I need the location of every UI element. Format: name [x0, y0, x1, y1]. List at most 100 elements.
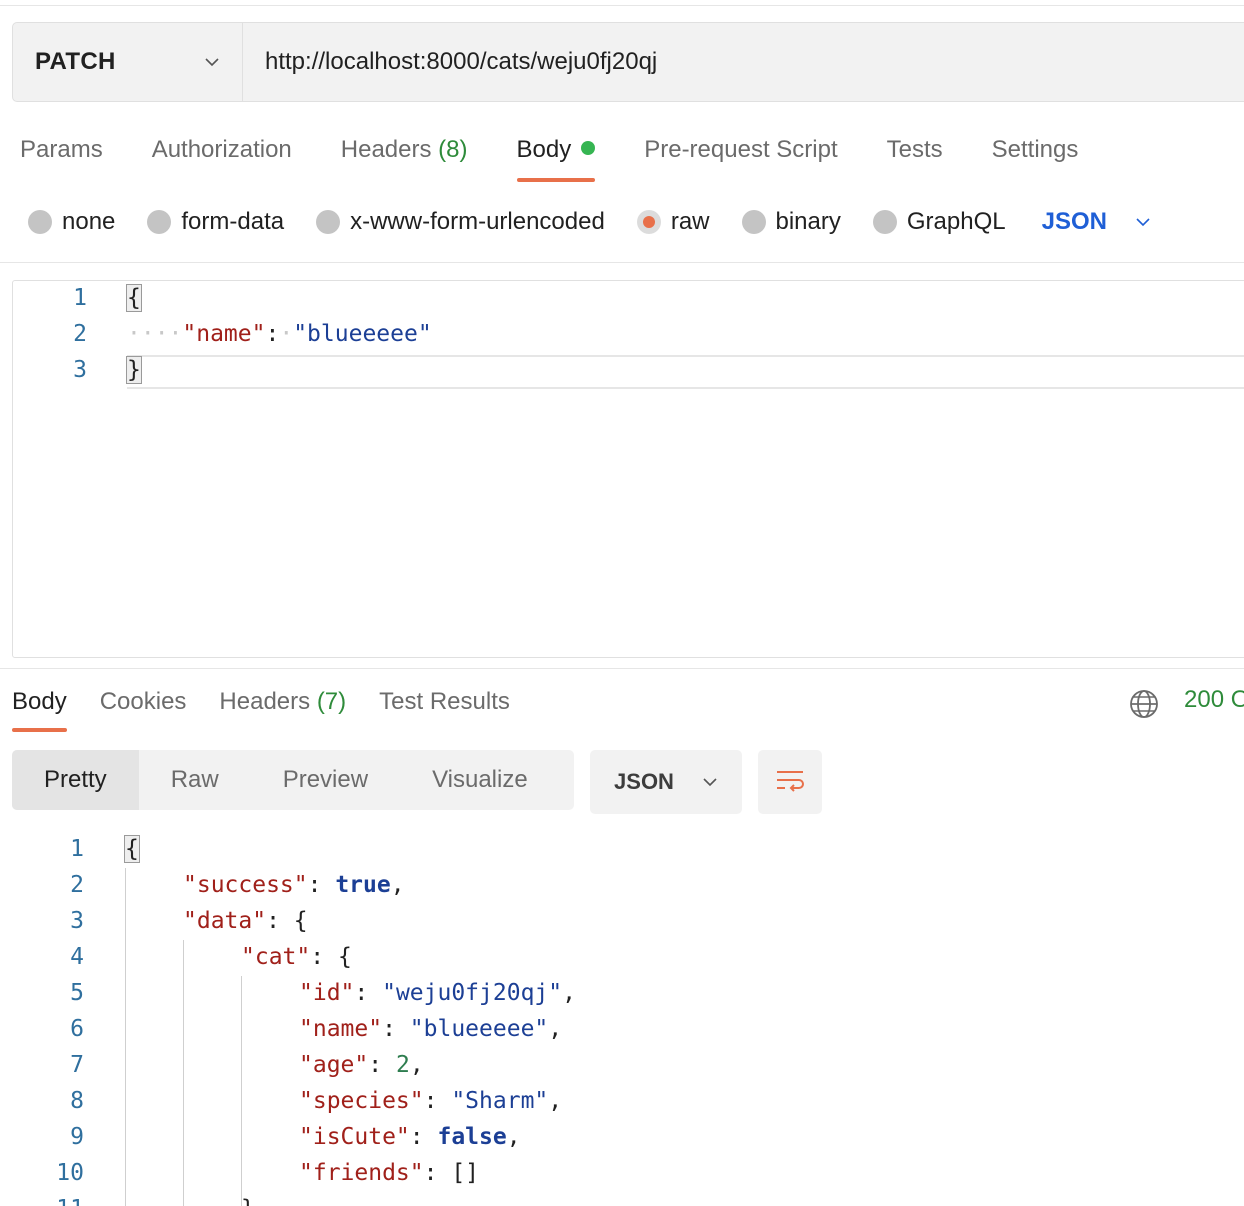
chevron-down-icon: [1136, 218, 1150, 227]
code-line: "friends": []: [299, 1160, 480, 1186]
line-number: 3: [70, 908, 84, 934]
resp-tab-headers[interactable]: Headers (7): [219, 682, 346, 722]
radio-none[interactable]: none: [28, 208, 115, 236]
code-line: "species": "Sharm",: [299, 1088, 563, 1114]
code-line: {: [126, 284, 142, 312]
matched-brace: }: [126, 356, 142, 384]
response-format-label: JSON: [614, 769, 674, 794]
line-number: 6: [70, 1016, 84, 1042]
code-line: }: [241, 1196, 255, 1206]
radio-circle-icon: [316, 210, 341, 234]
tab-body-label: Body: [516, 136, 572, 163]
response-divider: [0, 668, 1244, 669]
indent-guide: [125, 868, 126, 1206]
code-line: "isCute": false,: [299, 1124, 521, 1150]
radio-urlencoded-label: x-www-form-urlencoded: [350, 208, 605, 235]
tab-settings[interactable]: Settings: [992, 128, 1079, 172]
view-pretty-button[interactable]: Pretty: [12, 750, 139, 810]
url-input[interactable]: http://localhost:8000/cats/weju0fj20qj: [243, 23, 1244, 101]
json-boolean: false: [437, 1124, 507, 1150]
radio-raw[interactable]: raw: [636, 208, 710, 236]
radio-circle-icon: [147, 210, 172, 234]
tab-headers[interactable]: Headers (8): [341, 128, 468, 172]
view-raw-button[interactable]: Raw: [139, 750, 251, 810]
json-key: "cat": [241, 944, 311, 970]
tab-tests[interactable]: Tests: [887, 128, 943, 172]
chevron-down-icon: [205, 58, 219, 67]
radio-binary[interactable]: binary: [741, 208, 841, 236]
tab-authorization[interactable]: Authorization: [152, 128, 292, 172]
wrap-lines-button[interactable]: [758, 750, 822, 814]
code-line: {: [124, 835, 140, 863]
resp-tab-test-results[interactable]: Test Results: [379, 682, 510, 722]
code-line: "id": "weju0fj20qj",: [299, 980, 576, 1006]
line-number: 9: [70, 1124, 84, 1150]
radio-urlencoded[interactable]: x-www-form-urlencoded: [316, 208, 605, 236]
json-array: []: [451, 1160, 480, 1186]
json-boolean: true: [335, 872, 391, 898]
resp-tab-body[interactable]: Body: [12, 682, 67, 732]
line-number: 2: [70, 872, 84, 898]
line-number: 7: [70, 1052, 84, 1078]
request-url-bar: PATCH http://localhost:8000/cats/weju0fj…: [12, 22, 1244, 102]
json-key: "isCute": [299, 1124, 410, 1150]
tab-prerequest-script[interactable]: Pre-request Script: [644, 128, 837, 172]
line-number: 8: [70, 1088, 84, 1114]
wrap-lines-icon: [777, 771, 804, 792]
resp-tab-cookies[interactable]: Cookies: [100, 682, 187, 722]
code-line: "data": {: [183, 908, 308, 934]
modified-dot-icon: [581, 141, 596, 155]
tab-headers-count: (8): [438, 136, 468, 163]
radio-selected-icon: [636, 210, 661, 234]
active-line-highlight: [127, 355, 1244, 389]
response-tabs: Body Cookies Headers (7) Test Results: [12, 682, 543, 732]
line-number: 10: [56, 1160, 84, 1186]
radio-circle-icon: [28, 210, 52, 234]
indent-guide: [241, 976, 242, 1206]
line-number: 1: [73, 285, 87, 311]
tab-params[interactable]: Params: [20, 128, 103, 172]
view-visualize-button[interactable]: Visualize: [400, 750, 560, 810]
body-type-options: none form-data x-www-form-urlencoded raw…: [28, 200, 1151, 244]
status-code[interactable]: 200 O: [1184, 686, 1244, 714]
radio-raw-label: raw: [670, 208, 710, 235]
view-preview-button[interactable]: Preview: [251, 750, 400, 810]
line-number: 3: [73, 357, 87, 383]
top-divider: [0, 5, 1244, 6]
json-key: "data": [183, 908, 267, 934]
json-string: "weju0fj20qj": [382, 980, 563, 1006]
resp-tab-headers-label: Headers: [219, 688, 311, 715]
line-number: 2: [73, 321, 87, 347]
radio-graphql[interactable]: GraphQL: [872, 208, 1006, 236]
indent-guide: [183, 940, 184, 1206]
json-key: "id": [299, 980, 355, 1006]
tab-headers-label: Headers: [340, 136, 432, 163]
tab-body[interactable]: Body: [516, 128, 596, 182]
section-divider: [0, 262, 1244, 263]
radio-circle-icon: [872, 210, 897, 234]
json-key: "age": [299, 1052, 369, 1078]
raw-format-select[interactable]: JSON: [1042, 208, 1151, 236]
response-format-select[interactable]: JSON: [590, 750, 742, 814]
code-line: "name": "blueeeee",: [299, 1016, 563, 1042]
radio-none-label: none: [62, 208, 116, 235]
json-string: "blueeeee": [293, 321, 432, 347]
radio-graphql-label: GraphQL: [906, 208, 1006, 235]
request-body-editor[interactable]: 1 2 3 { ····"name":·"blueeeee" }: [12, 280, 1244, 658]
code-line: "success": true,: [183, 872, 405, 898]
matched-brace: {: [124, 835, 140, 863]
code-line: }: [126, 356, 142, 384]
globe-icon[interactable]: [1128, 688, 1160, 720]
matched-brace: {: [126, 284, 142, 312]
request-tabs: Params Authorization Headers (8) Body Pr…: [20, 128, 1127, 184]
method-select[interactable]: PATCH: [13, 23, 243, 101]
json-key: "success": [183, 872, 308, 898]
response-body-viewer[interactable]: 1 2 3 4 5 6 7 8 9 10 11 { "success": tru…: [0, 832, 1244, 1206]
radio-form-data-label: form-data: [181, 208, 285, 235]
line-number: 4: [70, 944, 84, 970]
json-key: "species": [299, 1088, 424, 1114]
whitespace-dots: ····: [127, 321, 183, 347]
resp-tab-headers-count: (7): [316, 688, 347, 715]
json-string: "Sharm": [451, 1088, 549, 1114]
radio-form-data[interactable]: form-data: [147, 208, 284, 236]
